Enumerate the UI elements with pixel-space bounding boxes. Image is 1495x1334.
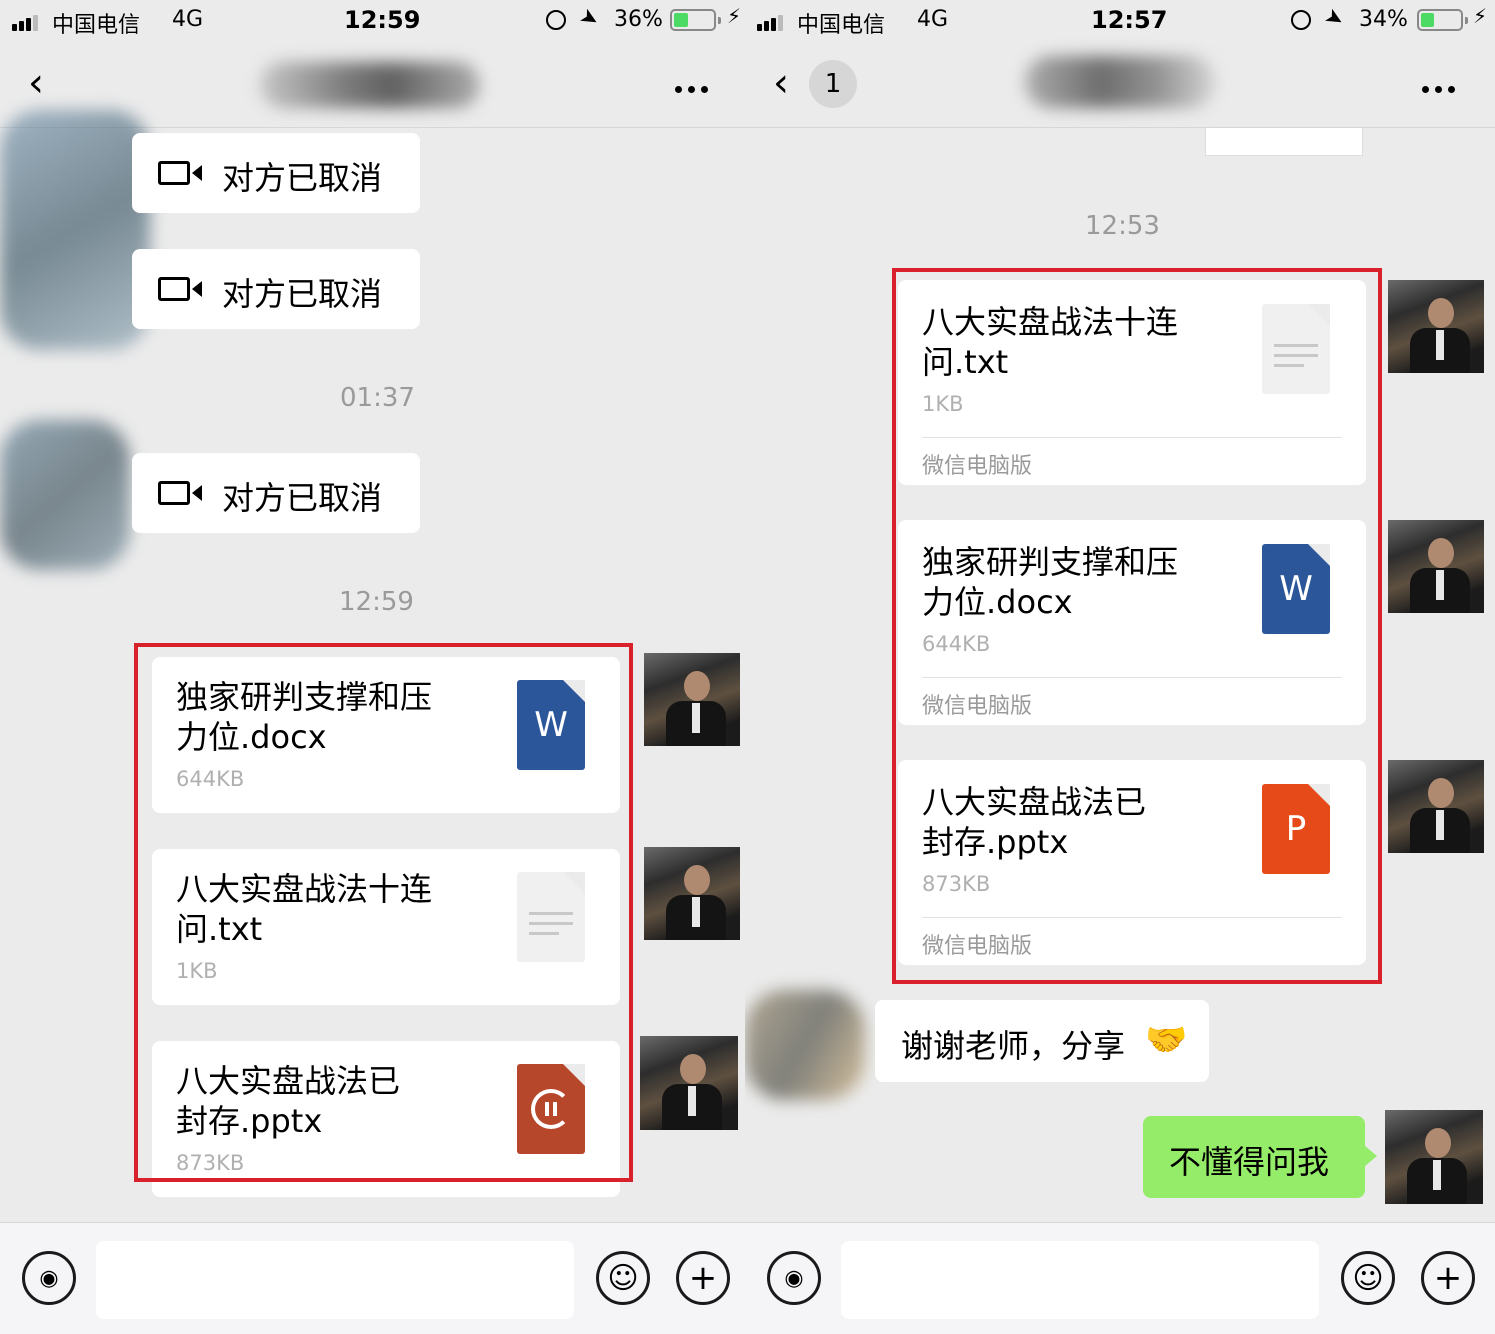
avatar[interactable]	[644, 847, 740, 940]
emoji-icon[interactable]: ☺	[1341, 1251, 1395, 1305]
input-toolbar: ◉ ☺ +	[0, 1222, 750, 1334]
charging-bolt-icon: ⚡	[1473, 4, 1488, 28]
voice-input-icon[interactable]: ◉	[767, 1251, 821, 1305]
back-chevron-icon[interactable]: ‹	[28, 60, 44, 106]
avatar[interactable]	[644, 653, 740, 746]
network-label: 4G	[917, 7, 949, 32]
input-toolbar: ◉ ☺ +	[745, 1222, 1495, 1334]
video-call-icon	[158, 481, 190, 505]
avatar[interactable]	[1388, 760, 1484, 853]
voice-input-icon[interactable]: ◉	[22, 1251, 76, 1305]
partial-message-bubble	[1205, 128, 1363, 156]
battery-percent: 36%	[614, 7, 663, 32]
signal-strength-icon	[12, 12, 40, 31]
avatar[interactable]	[1388, 280, 1484, 373]
incoming-message-bubble[interactable]: 谢谢老师，分享 🤝	[875, 1000, 1209, 1082]
signal-strength-icon	[757, 12, 785, 31]
blurred-contact-name	[260, 62, 480, 108]
blurred-avatar	[745, 990, 865, 1100]
video-call-icon-lens	[192, 281, 202, 297]
video-call-icon-lens	[192, 485, 202, 501]
message-input[interactable]	[96, 1241, 574, 1319]
network-label: 4G	[172, 7, 204, 32]
call-status-text: 对方已取消	[222, 479, 383, 517]
avatar[interactable]	[1385, 1110, 1483, 1204]
call-status-text: 对方已取消	[222, 275, 383, 313]
plus-icon[interactable]: +	[1421, 1251, 1475, 1305]
back-chevron-icon[interactable]: ‹	[773, 60, 789, 106]
battery-icon	[1417, 9, 1468, 31]
call-bubble[interactable]: 对方已取消	[132, 453, 420, 533]
blurred-contact-name	[1025, 56, 1215, 108]
outgoing-message-bubble[interactable]: 不懂得问我	[1143, 1116, 1365, 1198]
call-status-text: 对方已取消	[222, 159, 383, 197]
carrier-label: 中国电信	[52, 13, 141, 38]
more-options-icon[interactable]	[672, 78, 711, 97]
highlight-box	[134, 643, 633, 1182]
orientation-lock-icon	[546, 10, 566, 30]
highlight-box	[892, 268, 1382, 984]
battery-icon	[670, 9, 721, 31]
message-input[interactable]	[841, 1241, 1319, 1319]
right-chat-screen: 中国电信 4G 12:57 ➤ 34% ⚡ ‹ 1 12:53 八大实盘战法十连…	[745, 0, 1495, 1334]
video-call-icon	[158, 277, 190, 301]
left-chat-screen: 中国电信 4G 12:59 ➤ 36% ⚡ ‹ 对方已取消 对方已取消 01:3…	[0, 0, 750, 1334]
charging-bolt-icon: ⚡	[727, 4, 742, 28]
status-time: 12:57	[1091, 6, 1168, 34]
handshake-emoji: 🤝	[1145, 1020, 1188, 1060]
chat-timestamp: 12:59	[339, 587, 414, 617]
video-call-icon-lens	[192, 165, 202, 181]
message-text: 谢谢老师，分享	[901, 1027, 1126, 1065]
call-bubble[interactable]: 对方已取消	[132, 133, 420, 213]
chat-timestamp: 01:37	[340, 383, 415, 413]
orientation-lock-icon	[1291, 10, 1311, 30]
avatar[interactable]	[640, 1036, 738, 1130]
video-call-icon	[158, 161, 190, 185]
carrier-label: 中国电信	[797, 13, 886, 38]
unread-count-badge[interactable]: 1	[809, 60, 857, 108]
chat-timestamp: 12:53	[1085, 211, 1160, 241]
status-time: 12:59	[344, 6, 421, 34]
call-bubble[interactable]: 对方已取消	[132, 249, 420, 329]
blurred-avatar	[0, 420, 130, 570]
plus-icon[interactable]: +	[676, 1251, 730, 1305]
location-arrow-icon: ➤	[1319, 3, 1349, 34]
more-options-icon[interactable]	[1419, 78, 1458, 97]
blurred-avatar	[0, 110, 150, 350]
bubble-tail	[1365, 1146, 1377, 1166]
emoji-icon[interactable]: ☺	[596, 1251, 650, 1305]
avatar[interactable]	[1388, 520, 1484, 613]
location-arrow-icon: ➤	[574, 3, 604, 34]
battery-percent: 34%	[1359, 7, 1408, 32]
message-text: 不懂得问我	[1169, 1143, 1330, 1181]
